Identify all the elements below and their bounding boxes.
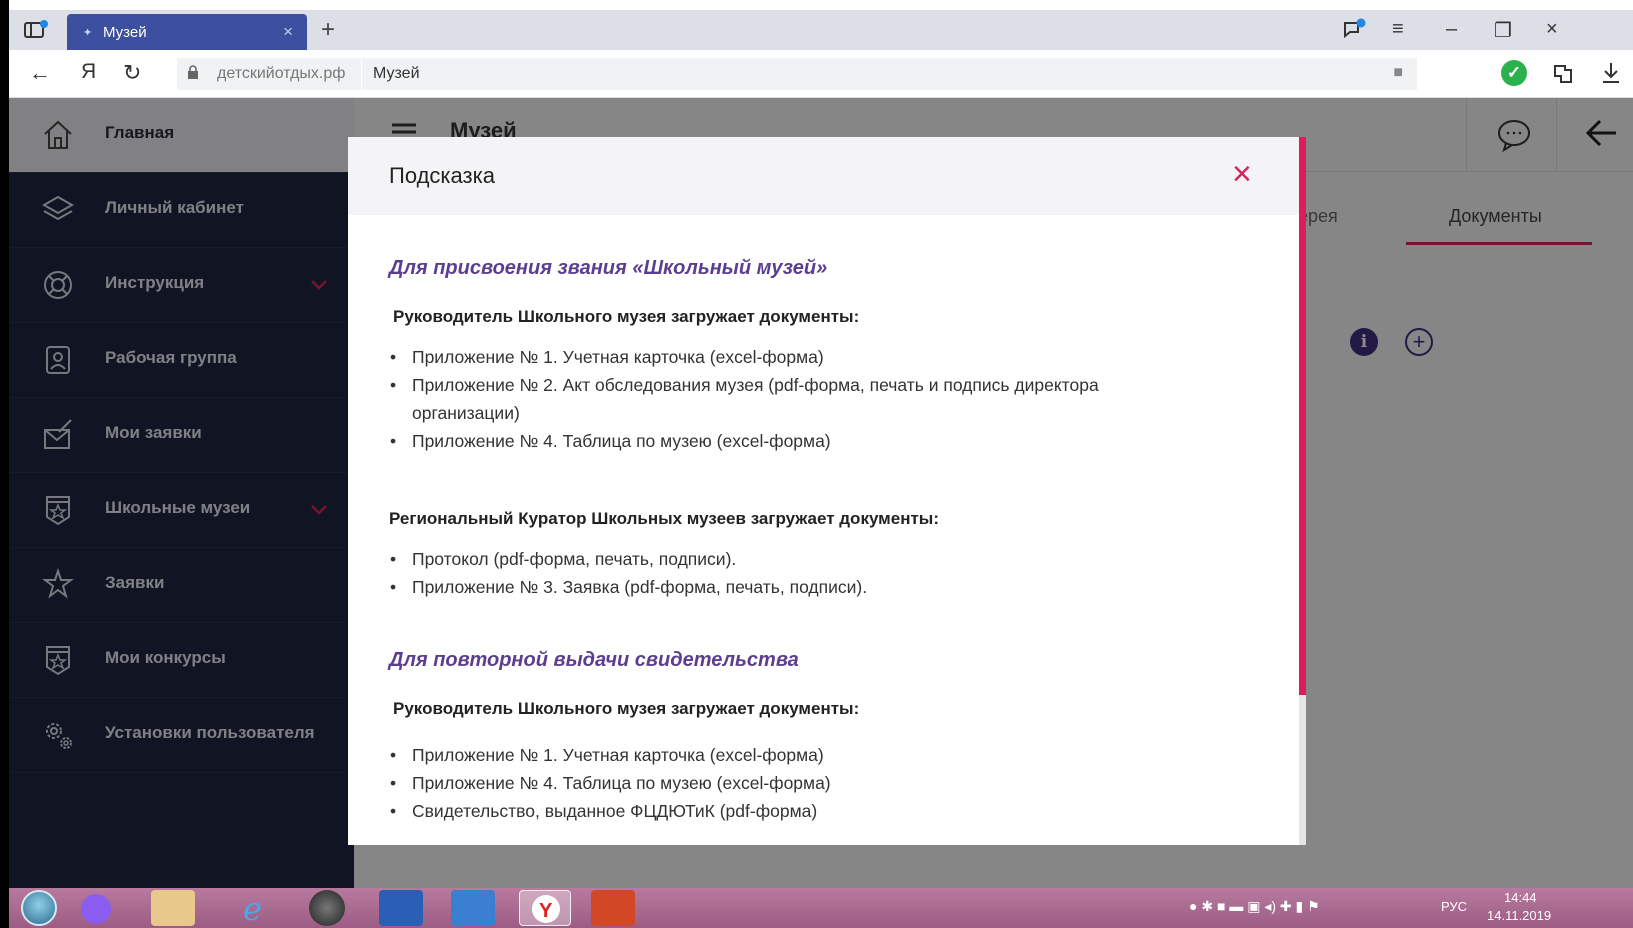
modal-scrollbar-thumb[interactable] (1299, 137, 1306, 695)
tab-favicon-icon: ✦ (83, 27, 93, 39)
feedback-icon[interactable] (1342, 18, 1368, 42)
volume-app-icon[interactable] (451, 890, 495, 926)
tray-icons[interactable]: ● ✱ ■ ▬ ▣ ◂) ✚ ▮ ⚑ (1189, 898, 1320, 915)
svg-text:e: e (243, 890, 262, 926)
section-subheading: Руководитель Школьного музея загружает д… (393, 699, 860, 718)
bookmark-icon[interactable]: ■ (1393, 64, 1403, 82)
protect-check-icon[interactable]: ✓ (1501, 60, 1527, 86)
media-player-icon[interactable] (309, 890, 345, 926)
frame-top (0, 0, 1633, 10)
section-subheading: Региональный Куратор Школьных музеев заг… (389, 509, 939, 528)
yandex-browser-taskbar-icon[interactable]: Y (519, 890, 571, 926)
browser-tabstrip: ✦ Музей × + ≡ – ❐ × (9, 10, 1633, 50)
url-field[interactable]: детскийотдых.рф Музей ■ (177, 58, 1417, 90)
yandex-logo-icon[interactable]: Я (81, 60, 96, 84)
list-item-continuation: организации) (412, 403, 520, 423)
browser-tab-museum[interactable]: ✦ Музей × (67, 14, 307, 50)
svg-text:Y: Y (539, 900, 553, 922)
internet-explorer-icon[interactable]: e (231, 890, 275, 928)
clock-date[interactable]: 14.11.2019 (1487, 908, 1551, 923)
modal-scrollbar-track[interactable] (1299, 695, 1306, 845)
extensions-icon[interactable] (1551, 60, 1577, 86)
restore-icon[interactable]: ❐ (1494, 18, 1512, 43)
list-item: Приложение № 3. Заявка (pdf-форма, печат… (390, 573, 867, 601)
reload-icon[interactable]: ↻ (123, 60, 141, 86)
modal-header: Подсказка × (348, 137, 1306, 215)
windows-taskbar: e Y ● ✱ ■ ▬ ▣ ◂) ✚ ▮ ⚑ РУС 14:44 14.11.2… (9, 888, 1633, 928)
address-bar: ← Я ↻ детскийотдых.рф Музей ■ ✓ (9, 50, 1633, 98)
tab-close-icon[interactable]: × (283, 22, 293, 42)
section-heading: Для повторной выдачи свидетельства (389, 649, 799, 671)
list-item: Приложение № 2. Акт обследования музея (… (390, 371, 1099, 399)
close-window-icon[interactable]: × (1546, 18, 1558, 41)
list-item: Приложение № 1. Учетная карточка (excel-… (390, 741, 824, 769)
close-icon[interactable]: × (1232, 157, 1252, 191)
minimize-icon[interactable]: – (1446, 18, 1457, 41)
back-icon[interactable]: ← (29, 60, 51, 86)
new-tab-button[interactable]: + (321, 16, 335, 44)
list-item: Приложение № 4. Таблица по музею (excel-… (390, 769, 831, 797)
list-item: Приложение № 4. Таблица по музею (excel-… (390, 427, 831, 455)
powerpoint-icon[interactable] (591, 890, 635, 926)
screen: ✦ Музей × + ≡ – ❐ × ← Я ↻ детскийотдых.р… (0, 0, 1633, 928)
frame-left (0, 0, 9, 928)
list-item: Приложение № 1. Учетная карточка (excel-… (390, 343, 824, 371)
modal-title: Подсказка (389, 163, 495, 188)
section-heading: Для присвоения звания «Школьный музей» (389, 257, 828, 279)
sidebar-toggle-icon[interactable] (23, 20, 49, 40)
start-button-icon[interactable] (21, 890, 57, 926)
hint-modal: Подсказка × Для присвоения звания «Школь… (348, 137, 1306, 845)
download-icon[interactable] (1599, 60, 1623, 86)
url-separator (361, 58, 362, 90)
word-icon[interactable] (379, 890, 423, 926)
section-subheading: Руководитель Школьного музея загружает д… (393, 307, 860, 326)
url-page-title: Музей (373, 65, 420, 82)
language-indicator[interactable]: РУС (1441, 899, 1467, 914)
list-item: Свидетельство, выданное ФЦДЮТиК (pdf-фор… (390, 797, 817, 825)
lock-icon (188, 65, 198, 79)
list-item: Протокол (pdf-форма, печать, подписи). (390, 545, 736, 573)
file-explorer-icon[interactable] (151, 890, 195, 926)
tab-title: Музей (103, 24, 147, 41)
alice-icon[interactable] (81, 894, 111, 924)
url-domain: детскийотдых.рф (217, 65, 346, 82)
clock-time[interactable]: 14:44 (1504, 890, 1537, 905)
browser-menu-icon[interactable]: ≡ (1392, 18, 1404, 41)
